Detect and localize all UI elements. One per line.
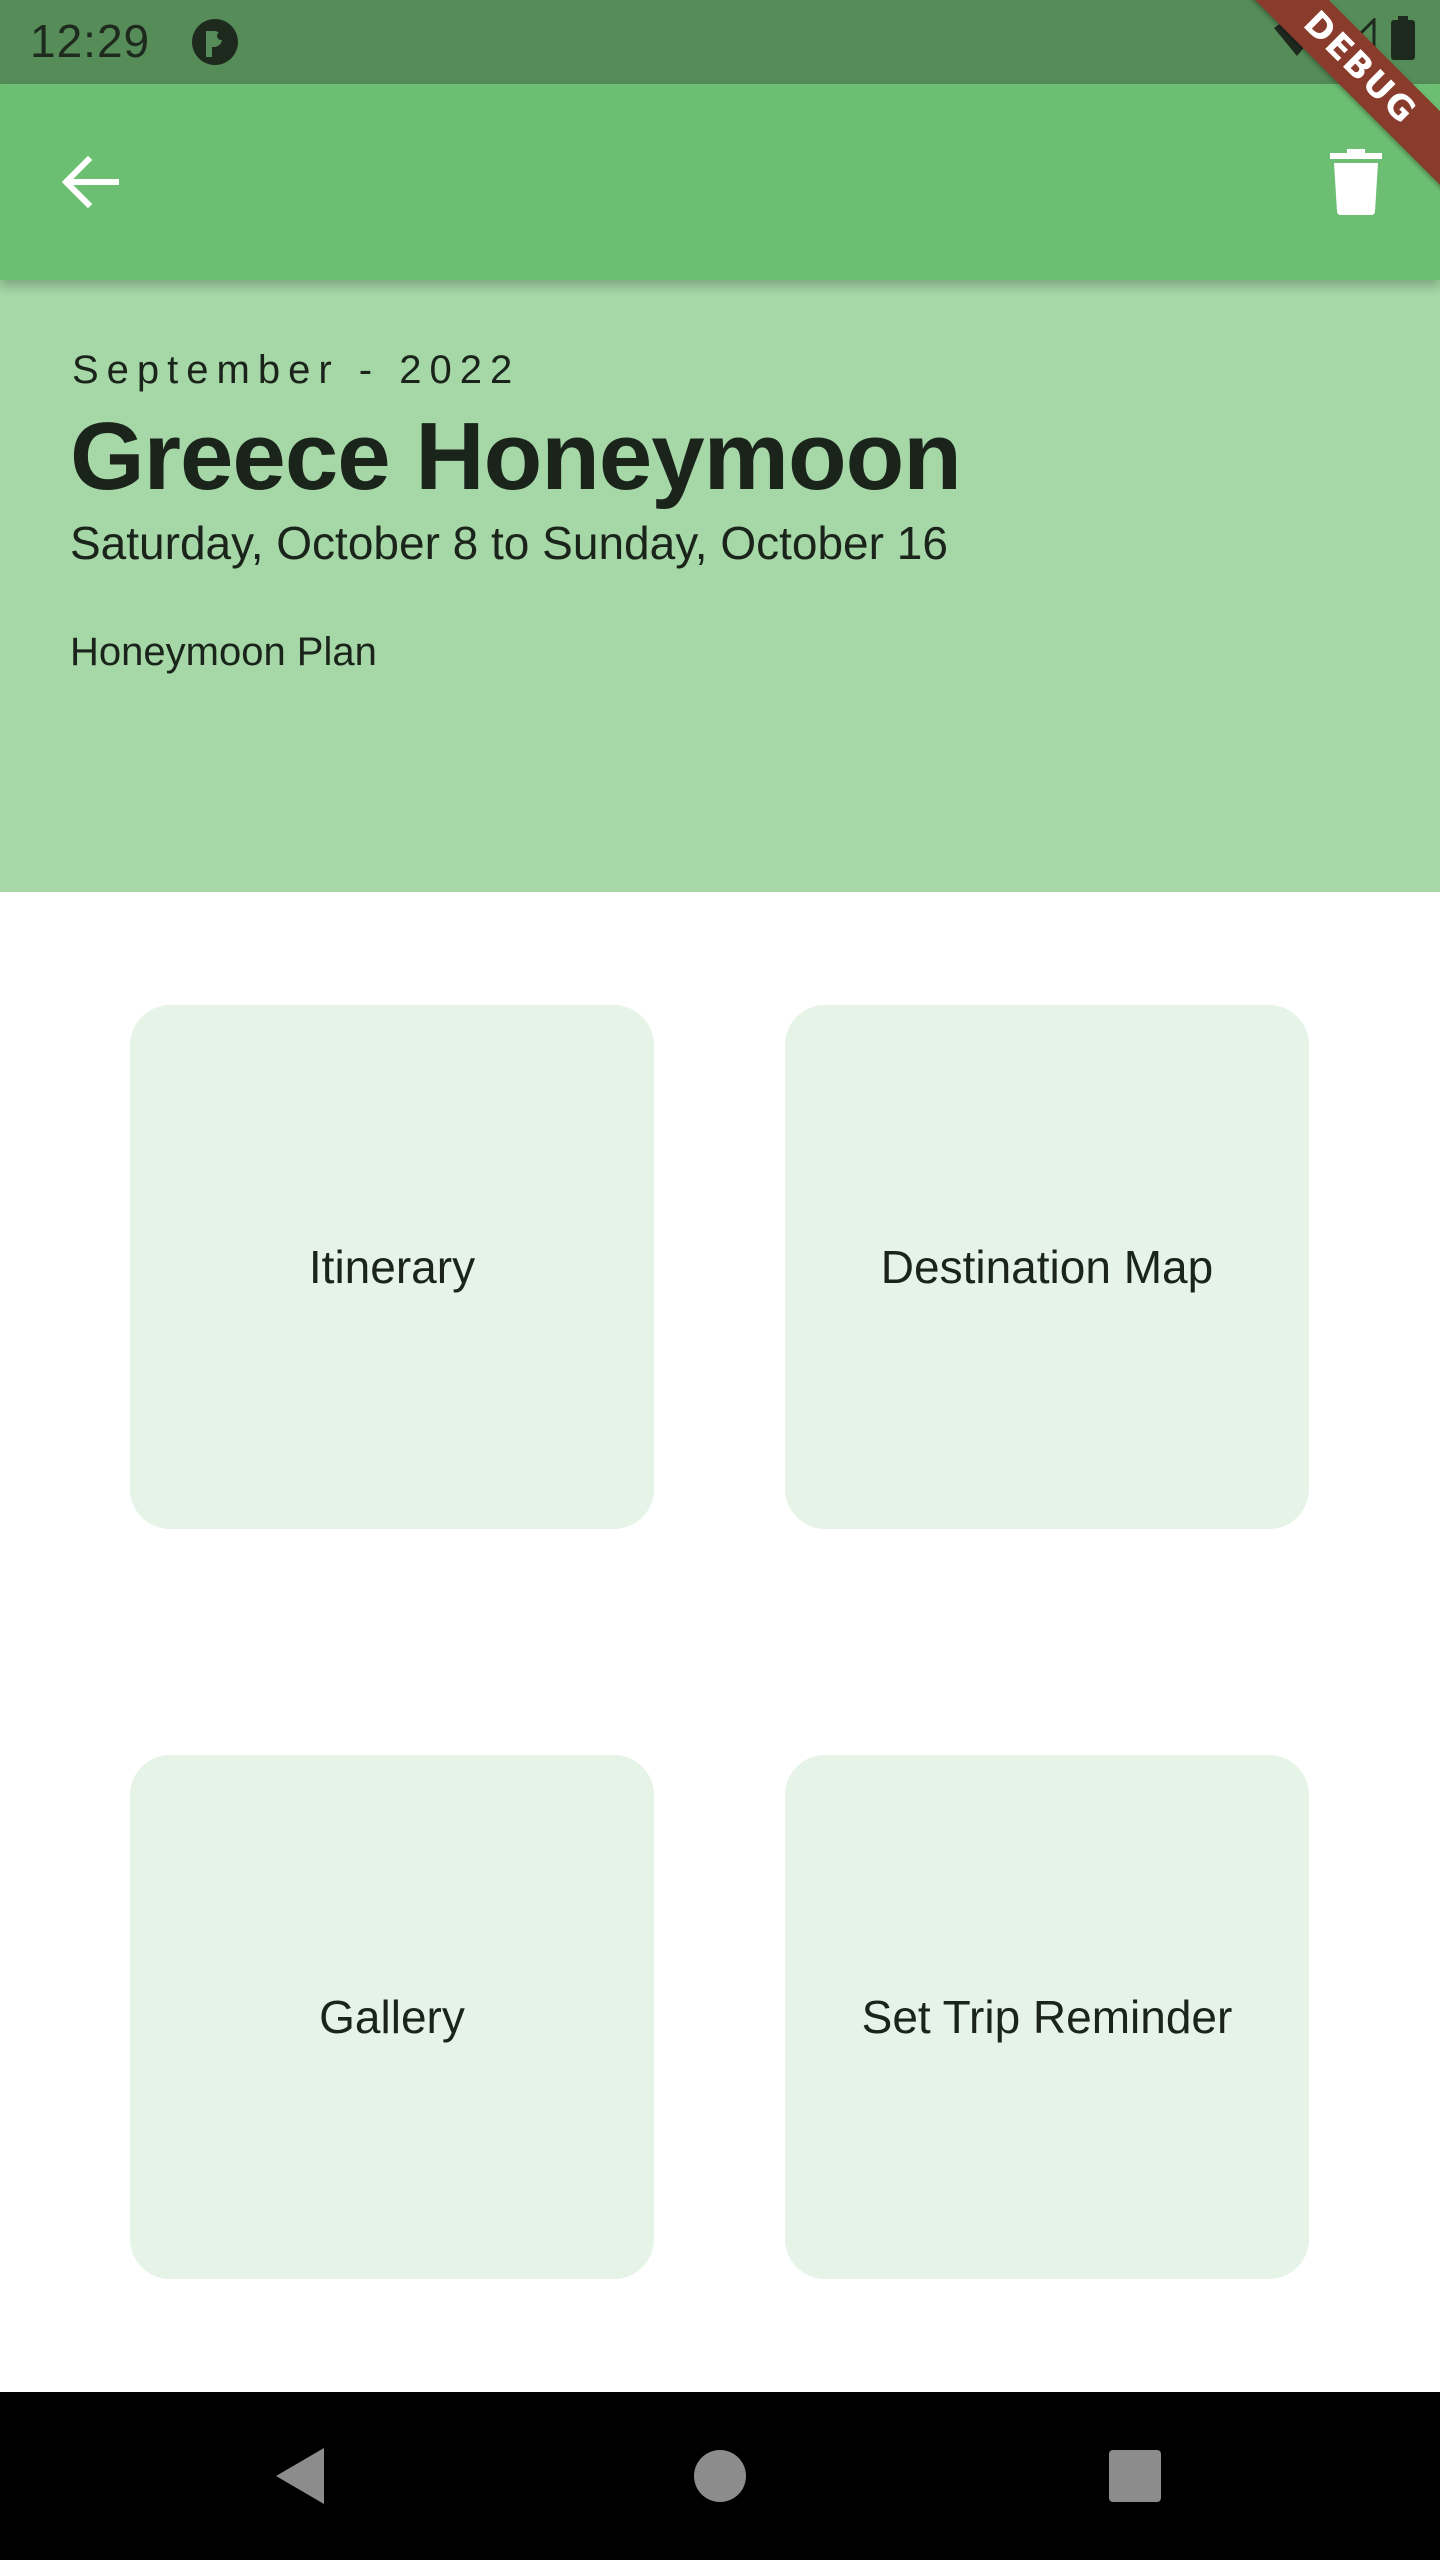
nav-home-icon xyxy=(694,2450,746,2502)
tile-label: Itinerary xyxy=(308,1241,476,1293)
nav-recents-button[interactable] xyxy=(1085,2426,1185,2526)
delete-trip-button[interactable] xyxy=(1316,142,1396,222)
tile-label: Destination Map xyxy=(880,1241,1214,1293)
nav-home-button[interactable] xyxy=(670,2426,770,2526)
status-time: 12:29 xyxy=(30,15,151,67)
status-bar: 12:29 xyxy=(0,0,1440,84)
nav-recents-icon xyxy=(1109,2450,1161,2502)
trip-month-year: September - 2022 xyxy=(72,348,521,392)
gallery-tile[interactable]: Gallery xyxy=(130,1755,654,2279)
tile-label: Set Trip Reminder xyxy=(861,1991,1233,2043)
trash-icon xyxy=(1330,149,1382,215)
trip-header: September - 2022 Greece Honeymoon Saturd… xyxy=(0,280,1440,892)
itinerary-tile[interactable]: Itinerary xyxy=(130,1005,654,1529)
arrow-back-icon xyxy=(61,155,119,209)
app-bar xyxy=(0,84,1440,280)
back-button[interactable] xyxy=(50,142,130,222)
trip-dates: Saturday, October 8 to Sunday, October 1… xyxy=(70,517,948,569)
nav-back-icon xyxy=(276,2448,324,2504)
battery-icon xyxy=(1391,16,1415,60)
trip-description: Honeymoon Plan xyxy=(70,630,377,674)
nav-back-button[interactable] xyxy=(250,2426,350,2526)
trip-title: Greece Honeymoon xyxy=(70,403,962,510)
set-trip-reminder-tile[interactable]: Set Trip Reminder xyxy=(785,1755,1309,2279)
app-notification-icon xyxy=(192,19,238,65)
tile-label: Gallery xyxy=(319,1991,465,2043)
destination-map-tile[interactable]: Destination Map xyxy=(785,1005,1309,1529)
system-nav-bar xyxy=(0,2392,1440,2560)
trip-detail-screen: 12:29 DEBUG September - 2022 Greece Hone… xyxy=(0,0,1440,2560)
